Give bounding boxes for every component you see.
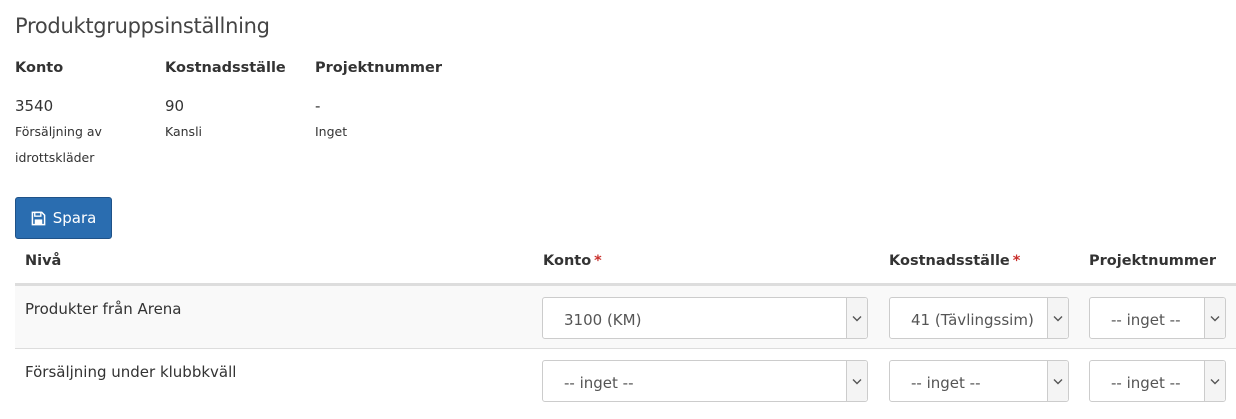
floppy-disk-icon bbox=[31, 211, 46, 226]
table-row: Produkter från Arena 3100 (KM) 41 (Tävli… bbox=[15, 285, 1236, 348]
summary-projektnummer-description: Inget bbox=[315, 124, 348, 139]
column-header-projektnummer-label: Projektnummer bbox=[1089, 253, 1216, 269]
column-header-niva-label: Nivå bbox=[25, 253, 62, 269]
row-label: Försäljning under klubbkväll bbox=[25, 363, 237, 381]
summary-konto-description: Försäljning av idrottskläder bbox=[15, 124, 102, 165]
summary-kostnadsstalle-value: 90 bbox=[165, 97, 185, 115]
kostnadsstalle-select-value: -- inget -- bbox=[911, 374, 981, 392]
kostnadsstalle-select-value: 41 (Tävlingssim) bbox=[911, 311, 1034, 329]
required-marker: * bbox=[1012, 253, 1021, 269]
summary-projektnummer-value: - bbox=[315, 97, 321, 115]
summary-konto-header: Konto bbox=[15, 60, 64, 76]
column-header-kostnadsstalle-label: Kostnadsställe bbox=[889, 253, 1010, 269]
projektnummer-select[interactable]: -- inget -- bbox=[1089, 360, 1226, 402]
konto-select-value: 3100 (KM) bbox=[564, 311, 642, 329]
konto-select[interactable]: 3100 (KM) bbox=[542, 297, 868, 339]
save-button-label: Spara bbox=[52, 209, 97, 227]
column-header-kostnadsstalle: Kostnadsställe * bbox=[889, 253, 1020, 269]
summary-konto-value: 3540 bbox=[15, 97, 54, 115]
required-marker: * bbox=[594, 253, 602, 269]
product-group-table: Nivå Konto * Kostnadsställe * Projektnumme… bbox=[15, 242, 1236, 411]
table-header-row: Nivå Konto * Kostnadsställe * Projektnumme… bbox=[15, 242, 1236, 285]
chevron-down-icon bbox=[1204, 298, 1225, 338]
projektnummer-select-value: -- inget -- bbox=[1111, 311, 1181, 329]
column-header-konto: Konto * bbox=[543, 253, 602, 269]
summary-kostnadsstalle: Kostnadsställe 90 Kansli bbox=[165, 57, 305, 145]
page-title: Produktgruppsinställning bbox=[15, 14, 270, 38]
save-button[interactable]: Spara bbox=[15, 197, 112, 239]
konto-select[interactable]: -- inget -- bbox=[542, 360, 868, 402]
projektnummer-select[interactable]: -- inget -- bbox=[1089, 297, 1226, 339]
chevron-down-icon bbox=[846, 298, 867, 338]
summary-konto: Konto 3540 Försäljning av idrottskläder bbox=[15, 57, 155, 171]
projektnummer-select-value: -- inget -- bbox=[1111, 374, 1181, 392]
column-header-projektnummer: Projektnummer bbox=[1089, 253, 1216, 269]
product-group-settings-page: Produktgruppsinställning Konto 3540 Förs… bbox=[0, 0, 1236, 419]
konto-select-value: -- inget -- bbox=[564, 374, 634, 392]
kostnadsstalle-select[interactable]: 41 (Tävlingssim) bbox=[889, 297, 1069, 339]
chevron-down-icon bbox=[846, 361, 867, 401]
chevron-down-icon bbox=[1047, 361, 1068, 401]
column-header-niva: Nivå bbox=[25, 253, 61, 269]
column-header-konto-label: Konto bbox=[543, 253, 592, 269]
kostnadsstalle-select[interactable]: -- inget -- bbox=[889, 360, 1069, 402]
chevron-down-icon bbox=[1047, 298, 1068, 338]
chevron-down-icon bbox=[1204, 361, 1225, 401]
summary-projektnummer-header: Projektnummer bbox=[315, 60, 442, 76]
summary-projektnummer: Projektnummer - Inget bbox=[315, 57, 455, 145]
row-label: Produkter från Arena bbox=[25, 300, 182, 318]
summary-kostnadsstalle-header: Kostnadsställe bbox=[165, 60, 286, 76]
summary-kostnadsstalle-description: Kansli bbox=[165, 124, 203, 139]
table-row: Försäljning under klubbkväll -- inget --… bbox=[15, 348, 1236, 411]
